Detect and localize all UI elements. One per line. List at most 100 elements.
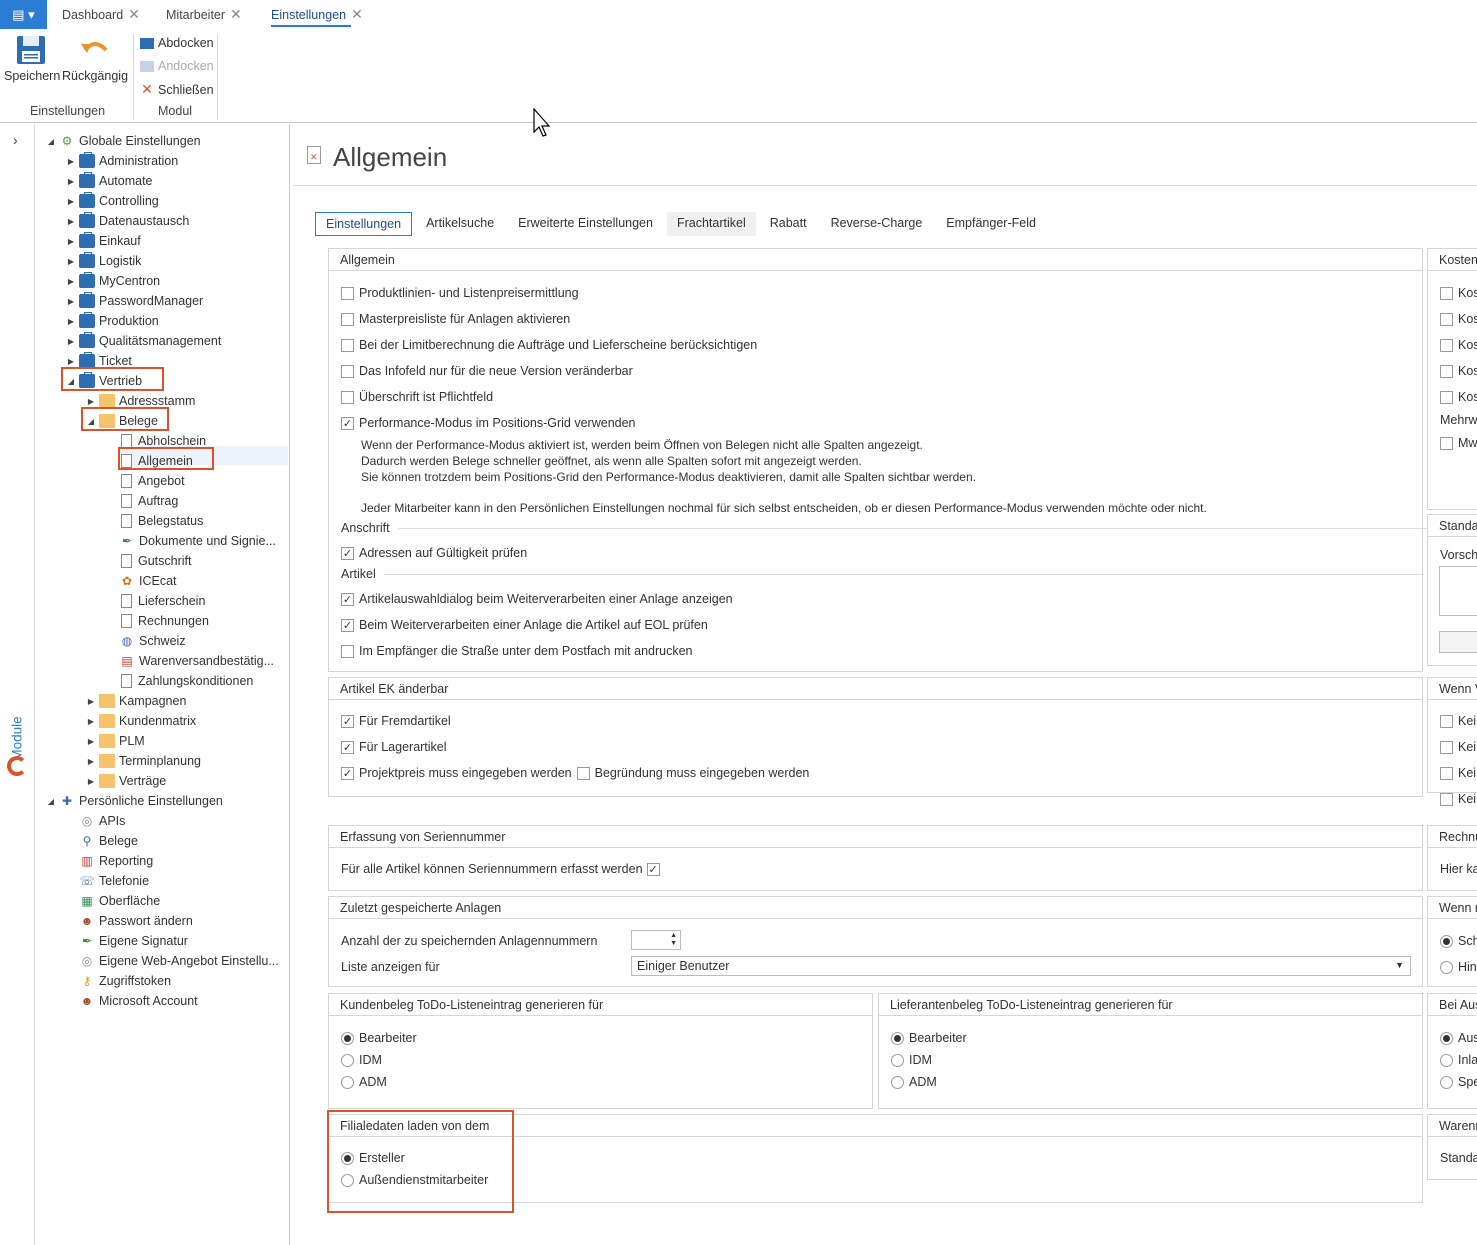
checkbox-row[interactable]: ✓ Artikelauswahldialog beim Weiterverarbe… — [341, 592, 733, 606]
anlagennummern-stepper[interactable]: ▲ ▼ — [631, 930, 681, 950]
tree-node-zugriff[interactable]: ⚷ Zugriffstoken — [65, 971, 171, 991]
checkbox-row[interactable]: ✓ Performance-Modus im Positions-Grid ver… — [341, 416, 636, 430]
tree-node-reporting[interactable]: ▥ Reporting — [65, 851, 153, 871]
radio-row[interactable]: Bearbeiter — [891, 1031, 967, 1045]
tree-node-auftrag[interactable]: Auftrag — [105, 491, 178, 511]
app-menu-button[interactable]: ▤ ▾ — [0, 0, 47, 29]
checkbox-row[interactable]: Produktlinien- und Listenpreisermittlung — [341, 286, 579, 300]
tree-node-warenversand[interactable]: ▤ Warenversandbestätig... — [105, 651, 274, 671]
expand-arrow-icon[interactable]: ▶ — [85, 737, 97, 746]
expand-arrow-icon[interactable]: ▶ — [85, 717, 97, 726]
tree-node-microsoft[interactable]: ☻ Microsoft Account — [65, 991, 198, 1011]
tree-node-rechnungen[interactable]: Rechnungen — [105, 611, 209, 631]
tree-node-persoenlich[interactable]: ◢ ✚ Persönliche Einstellungen — [45, 791, 223, 811]
expand-arrow-icon[interactable]: ▶ — [85, 777, 97, 786]
checkbox[interactable] — [1440, 436, 1453, 450]
tab-mitarbeiter[interactable]: Mitarbeiter ✕ — [166, 6, 242, 23]
checkbox-row[interactable]: Kein — [1440, 766, 1477, 780]
checkbox-row[interactable]: Mw — [1440, 436, 1477, 450]
checkbox[interactable] — [341, 338, 354, 352]
checkbox-row[interactable]: ✓ Adressen auf Gültigkeit prüfen — [341, 546, 527, 560]
undo-button[interactable]: Rückgängig — [62, 34, 128, 83]
expand-arrow-icon[interactable]: ▶ — [65, 257, 77, 266]
expand-arrow-icon[interactable]: ▶ — [65, 357, 77, 366]
radio-row[interactable]: IDM — [891, 1053, 932, 1067]
tree-node-webangebot[interactable]: ◎ Eigene Web-Angebot Einstellu... — [65, 951, 279, 971]
tree-node-oberflaeche[interactable]: ▦ Oberfläche — [65, 891, 160, 911]
checkbox-row[interactable]: ✓ Projektpreis muss eingegeben werden Begr… — [341, 766, 809, 780]
radio[interactable] — [1440, 1053, 1453, 1067]
tab-dashboard[interactable]: Dashboard ✕ — [62, 6, 140, 23]
close-icon[interactable]: ✕ — [351, 6, 363, 23]
expand-arrow-icon[interactable]: ▶ — [65, 197, 77, 206]
checkbox[interactable] — [341, 644, 354, 658]
radio[interactable] — [341, 1075, 354, 1089]
radio-row[interactable]: Bearbeiter — [341, 1031, 417, 1045]
tab-frachtartikel[interactable]: Frachtartikel — [666, 212, 756, 236]
radio[interactable] — [891, 1075, 904, 1089]
checkbox-checked[interactable]: ✓ — [341, 546, 354, 560]
checkbox[interactable] — [1440, 766, 1453, 780]
tree-node-qualitaet[interactable]: ▶ Qualitätsmanagement — [65, 331, 221, 351]
checkbox-checked[interactable]: ✓ — [341, 592, 354, 606]
tab-artikelsuche[interactable]: Artikelsuche — [416, 212, 504, 236]
checkbox[interactable] — [341, 286, 354, 300]
checkbox[interactable] — [1440, 286, 1453, 300]
radio-selected[interactable] — [341, 1031, 354, 1045]
tree-node-p_belege[interactable]: ⚲ Belege — [65, 831, 138, 851]
module-sidebar-toggle[interactable]: Module — [3, 699, 31, 789]
checkbox[interactable] — [341, 312, 354, 326]
checkbox-checked[interactable]: ✓ — [341, 740, 354, 754]
tree-node-einkauf[interactable]: ▶ Einkauf — [65, 231, 141, 251]
checkbox-row[interactable]: Im Empfänger die Straße unter dem Postfa… — [341, 644, 693, 658]
tree-node-apis[interactable]: ◎ APIs — [65, 811, 126, 831]
tree-node-vertraege[interactable]: ▶ Verträge — [85, 771, 166, 791]
tree-node-administration[interactable]: ▶ Administration — [65, 151, 178, 171]
radio[interactable] — [1440, 960, 1453, 974]
tab-einstellungen[interactable]: Einstellungen ✕ — [271, 6, 363, 27]
text-area[interactable] — [1439, 566, 1477, 616]
expand-arrow-icon[interactable]: ▶ — [85, 697, 97, 706]
checkbox-row[interactable]: Kein — [1440, 792, 1477, 806]
radio-row[interactable]: Hinv — [1440, 960, 1477, 974]
radio-row[interactable]: ADM — [341, 1075, 387, 1089]
checkbox-row[interactable]: Kein — [1440, 740, 1477, 754]
checkbox-checked[interactable]: ✓ — [646, 862, 660, 876]
tree-node-passwort[interactable]: ☻ Passwort ändern — [65, 911, 193, 931]
tree-node-datenaustausch[interactable]: ▶ Datenaustausch — [65, 211, 189, 231]
tab-erweiterte-einstellungen[interactable]: Erweiterte Einstellungen — [508, 212, 663, 236]
andocken-button[interactable]: Andocken — [140, 59, 214, 73]
tab-reverse-charge[interactable]: Reverse-Charge — [821, 212, 933, 236]
checkbox-row[interactable]: Für alle Artikel können Seriennummern er… — [341, 862, 665, 876]
checkbox-checked[interactable]: ✓ — [341, 714, 354, 728]
close-icon[interactable]: ✕ — [230, 6, 242, 23]
checkbox[interactable] — [1440, 792, 1453, 806]
radio-selected[interactable] — [1440, 934, 1453, 948]
tree-node-plm[interactable]: ▶ PLM — [85, 731, 145, 751]
expand-arrow-icon[interactable]: ▶ — [65, 277, 77, 286]
schliessen-button[interactable]: ✕ Schließen — [140, 81, 213, 98]
checkbox-row[interactable]: Kost — [1440, 338, 1477, 352]
tree-node-zahlung[interactable]: Zahlungskonditionen — [105, 671, 253, 691]
radio-row[interactable]: Aus — [1440, 1031, 1477, 1045]
tree-node-passwordmanager[interactable]: ▶ PasswordManager — [65, 291, 203, 311]
tree-node-schweiz[interactable]: ◍ Schweiz — [105, 631, 186, 651]
checkbox[interactable] — [1440, 740, 1453, 754]
tree-node-lieferschein[interactable]: Lieferschein — [105, 591, 205, 611]
tree-node-icecat[interactable]: ✿ ICEcat — [105, 571, 177, 591]
checkbox-row[interactable]: ✓ Für Fremdartikel — [341, 714, 451, 728]
checkbox-checked[interactable]: ✓ — [341, 766, 354, 780]
button[interactable] — [1439, 631, 1477, 653]
tree-node-produktion[interactable]: ▶ Produktion — [65, 311, 159, 331]
checkbox-row[interactable]: Kost — [1440, 312, 1477, 326]
checkbox-checked[interactable]: ✓ — [341, 618, 354, 632]
expand-arrow-icon[interactable]: ▶ — [85, 757, 97, 766]
collapse-arrow-icon[interactable]: ◢ — [45, 797, 57, 806]
checkbox-row[interactable]: ✓ Für Lagerartikel — [341, 740, 447, 754]
expand-chevron-icon[interactable]: › — [13, 132, 18, 148]
tree-node-terminplanung[interactable]: ▶ Terminplanung — [85, 751, 201, 771]
close-icon[interactable]: ✕ — [128, 6, 140, 23]
radio[interactable] — [341, 1053, 354, 1067]
checkbox[interactable] — [341, 390, 354, 404]
expand-arrow-icon[interactable]: ▶ — [65, 317, 77, 326]
